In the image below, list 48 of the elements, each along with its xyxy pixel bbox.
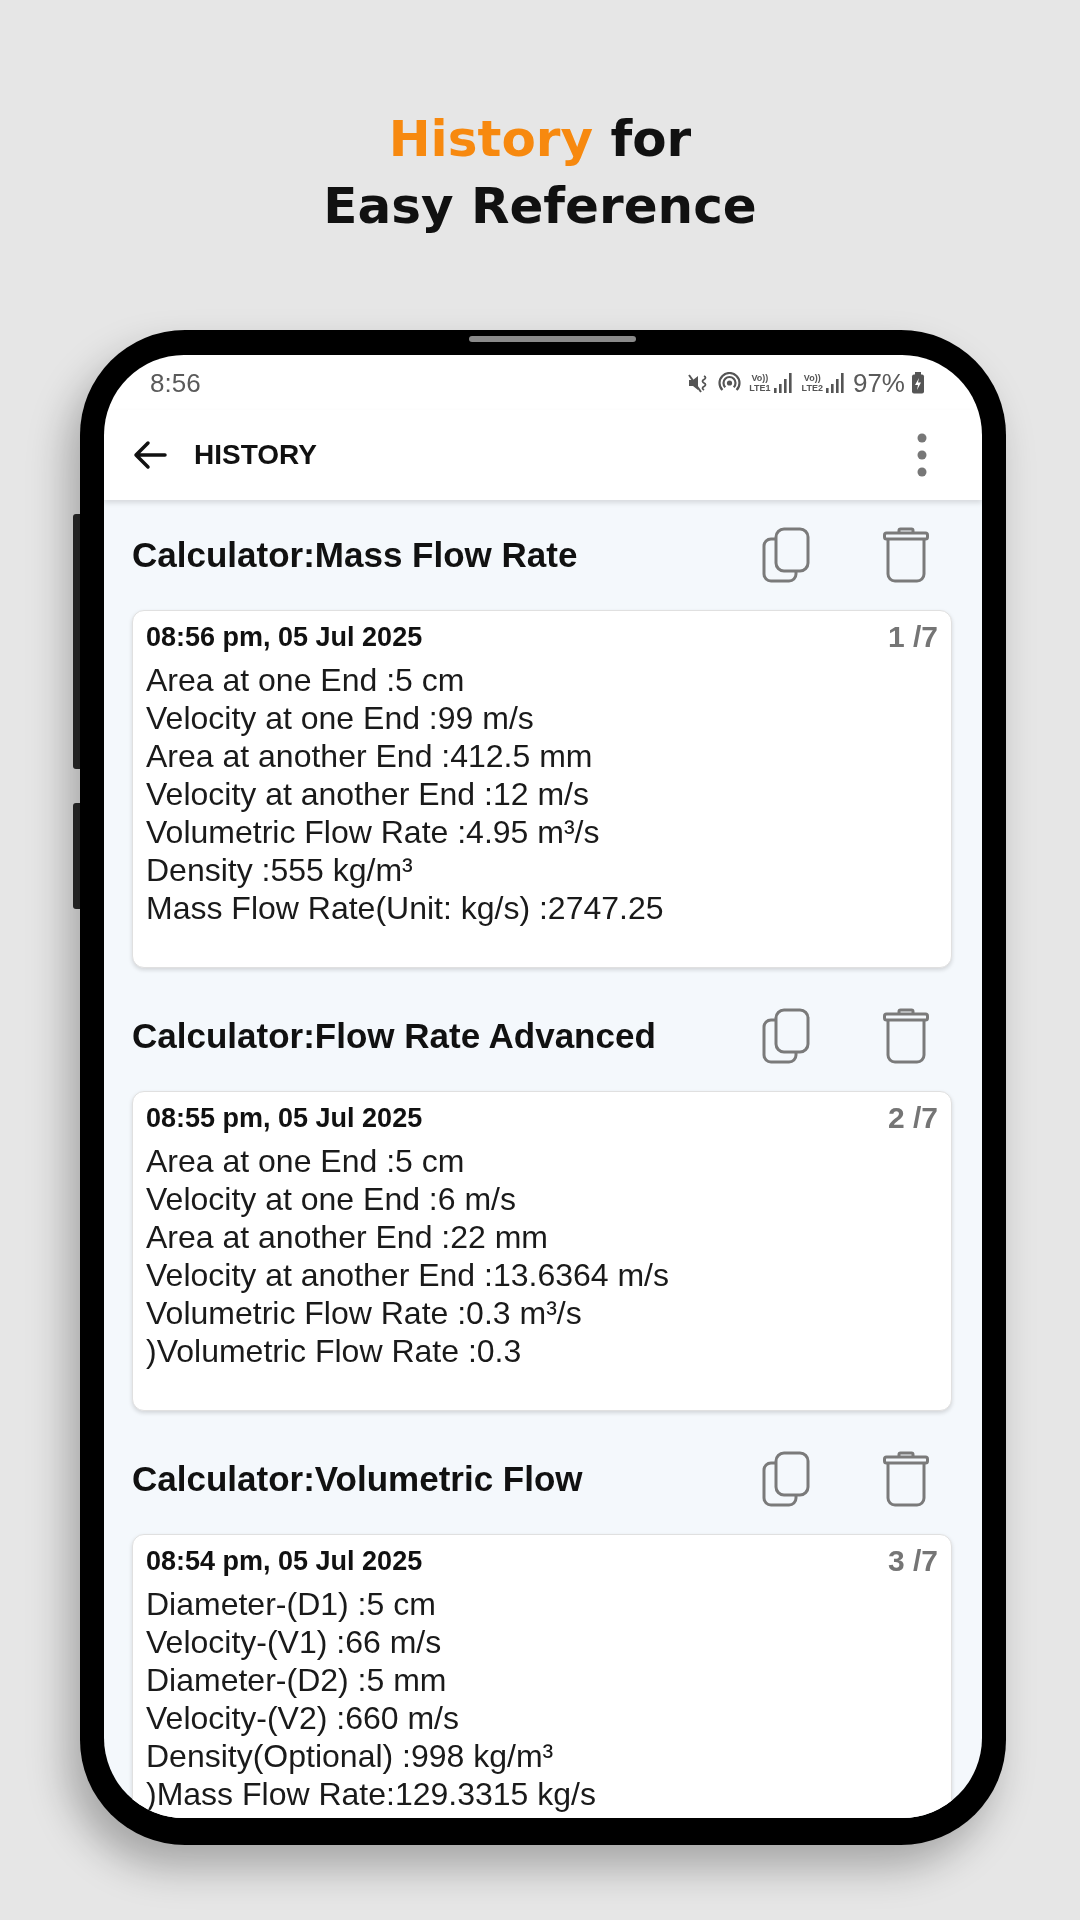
entry-counter: 1 /7 — [887, 620, 938, 654]
record-line: Area at another End :22 mm — [146, 1218, 548, 1256]
battery-percent: 97% — [852, 367, 905, 398]
record-line: )Mass Flow Rate:129.3315 kg/s — [146, 1775, 596, 1813]
record-line: Diameter-(D2) :5 mm — [146, 1661, 447, 1699]
signal-icon — [773, 372, 792, 393]
timestamp: 08:55 pm, 05 Jul 2025 — [146, 1102, 423, 1135]
status-time: 8:56 — [150, 367, 201, 398]
battery-icon — [911, 371, 925, 394]
timestamp: 08:56 pm, 05 Jul 2025 — [146, 621, 423, 654]
calculator-title: Calculator:Mass Flow Rate — [132, 534, 578, 576]
back-arrow-icon[interactable] — [133, 440, 167, 470]
record-line: Velocity at another End :12 m/s — [146, 775, 589, 813]
headline: History for Easy Reference — [323, 109, 757, 237]
calculator-title: Calculator:Flow Rate Advanced — [132, 1015, 656, 1057]
trash-icon[interactable] — [883, 1008, 929, 1064]
copy-icon[interactable] — [762, 527, 810, 583]
signal-icon — [825, 372, 844, 393]
record-line: Area at one End :5 cm — [146, 1142, 465, 1180]
record-line: Density(Optional) :998 kg/m³ — [146, 1737, 554, 1775]
screen-title: HISTORY — [194, 438, 317, 472]
calculator-title: Calculator:Volumetric Flow — [132, 1458, 583, 1500]
record-line: Volumetric Flow Rate :0.3 m³/s — [146, 1294, 582, 1332]
record-line: Velocity at another End :13.6364 m/s — [146, 1256, 669, 1294]
record-line: Density :555 kg/m³ — [146, 851, 413, 889]
record-line: Mass Flow Rate(Unit: kg/s) :2747.25 — [146, 889, 664, 927]
lte-label: LTE1 — [749, 382, 771, 393]
record-line: Velocity-(V1) :66 m/s — [146, 1623, 442, 1661]
record-line: Area at another End :412.5 mm — [146, 737, 593, 775]
trash-icon[interactable] — [883, 1451, 929, 1507]
copy-icon[interactable] — [762, 1451, 810, 1507]
record-line: Velocity at one End :99 m/s — [146, 699, 534, 737]
menu-dots-icon[interactable] — [917, 433, 927, 477]
record-line: Velocity-(V2) :660 m/s — [146, 1699, 459, 1737]
volte-label: Vo)) — [803, 372, 821, 383]
record-line: )Volumetric Flow Rate :0.3 — [146, 1332, 522, 1370]
record-line: Area at one End :5 cm — [146, 661, 465, 699]
trash-icon[interactable] — [883, 527, 929, 583]
record-line: Velocity at one End :6 m/s — [146, 1180, 516, 1218]
entry-counter: 2 /7 — [887, 1101, 938, 1135]
copy-icon[interactable] — [762, 1008, 810, 1064]
record-line: Diameter-(D1) :5 cm — [146, 1585, 436, 1623]
timestamp: 08:54 pm, 05 Jul 2025 — [146, 1545, 423, 1578]
entry-counter: 3 /7 — [887, 1544, 938, 1578]
record-line: Volumetric Flow Rate :4.95 m³/s — [146, 813, 600, 851]
volte-label: Vo)) — [751, 372, 769, 383]
hotspot-icon — [718, 372, 742, 393]
lte-label: LTE2 — [801, 382, 823, 393]
